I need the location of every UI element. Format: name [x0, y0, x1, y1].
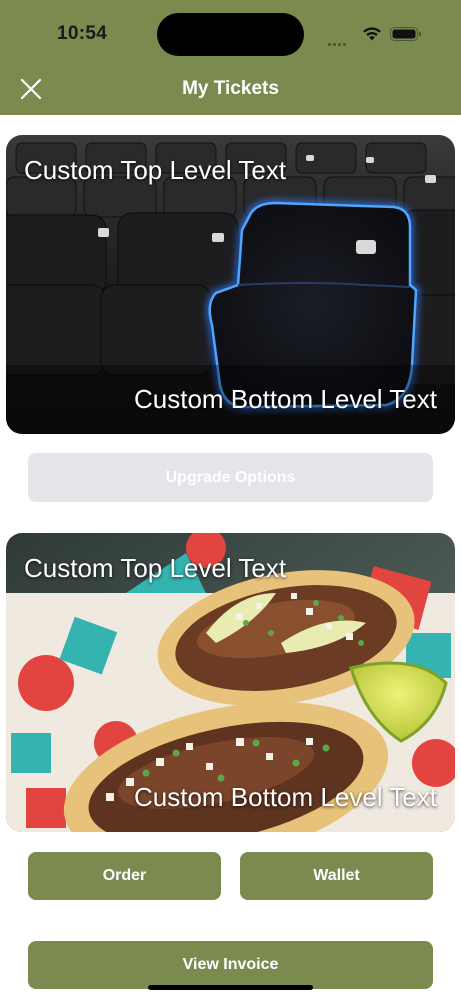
ticket-top-text: Custom Top Level Text — [24, 155, 287, 185]
battery-icon — [390, 27, 421, 41]
page-title: My Tickets — [182, 78, 279, 99]
ticket-card-food[interactable]: Custom Top Level Text Custom Bottom Leve… — [6, 533, 455, 832]
ticket-bottom-text: Custom Bottom Level Text — [134, 384, 437, 414]
order-button[interactable]: Order — [28, 852, 221, 900]
wifi-icon — [363, 27, 381, 41]
ticket-card-seat[interactable]: Custom Top Level Text Custom Bottom Leve… — [6, 135, 455, 434]
close-icon[interactable] — [19, 77, 43, 101]
wallet-button[interactable]: Wallet — [240, 852, 433, 900]
signal-dots-icon — [328, 33, 348, 51]
dynamic-island — [157, 13, 304, 56]
home-indicator — [148, 985, 313, 990]
upgrade-options-button[interactable]: Upgrade Options — [28, 453, 433, 502]
status-bar: 10:54 — [0, 0, 461, 68]
status-time: 10:54 — [57, 23, 108, 44]
view-invoice-button[interactable]: View Invoice — [28, 941, 433, 989]
status-icons — [328, 24, 428, 46]
header-bar: 10:54 My Tickets — [0, 0, 461, 115]
ticket-bottom-text: Custom Bottom Level Text — [134, 782, 437, 812]
ticket-top-text: Custom Top Level Text — [24, 553, 287, 583]
